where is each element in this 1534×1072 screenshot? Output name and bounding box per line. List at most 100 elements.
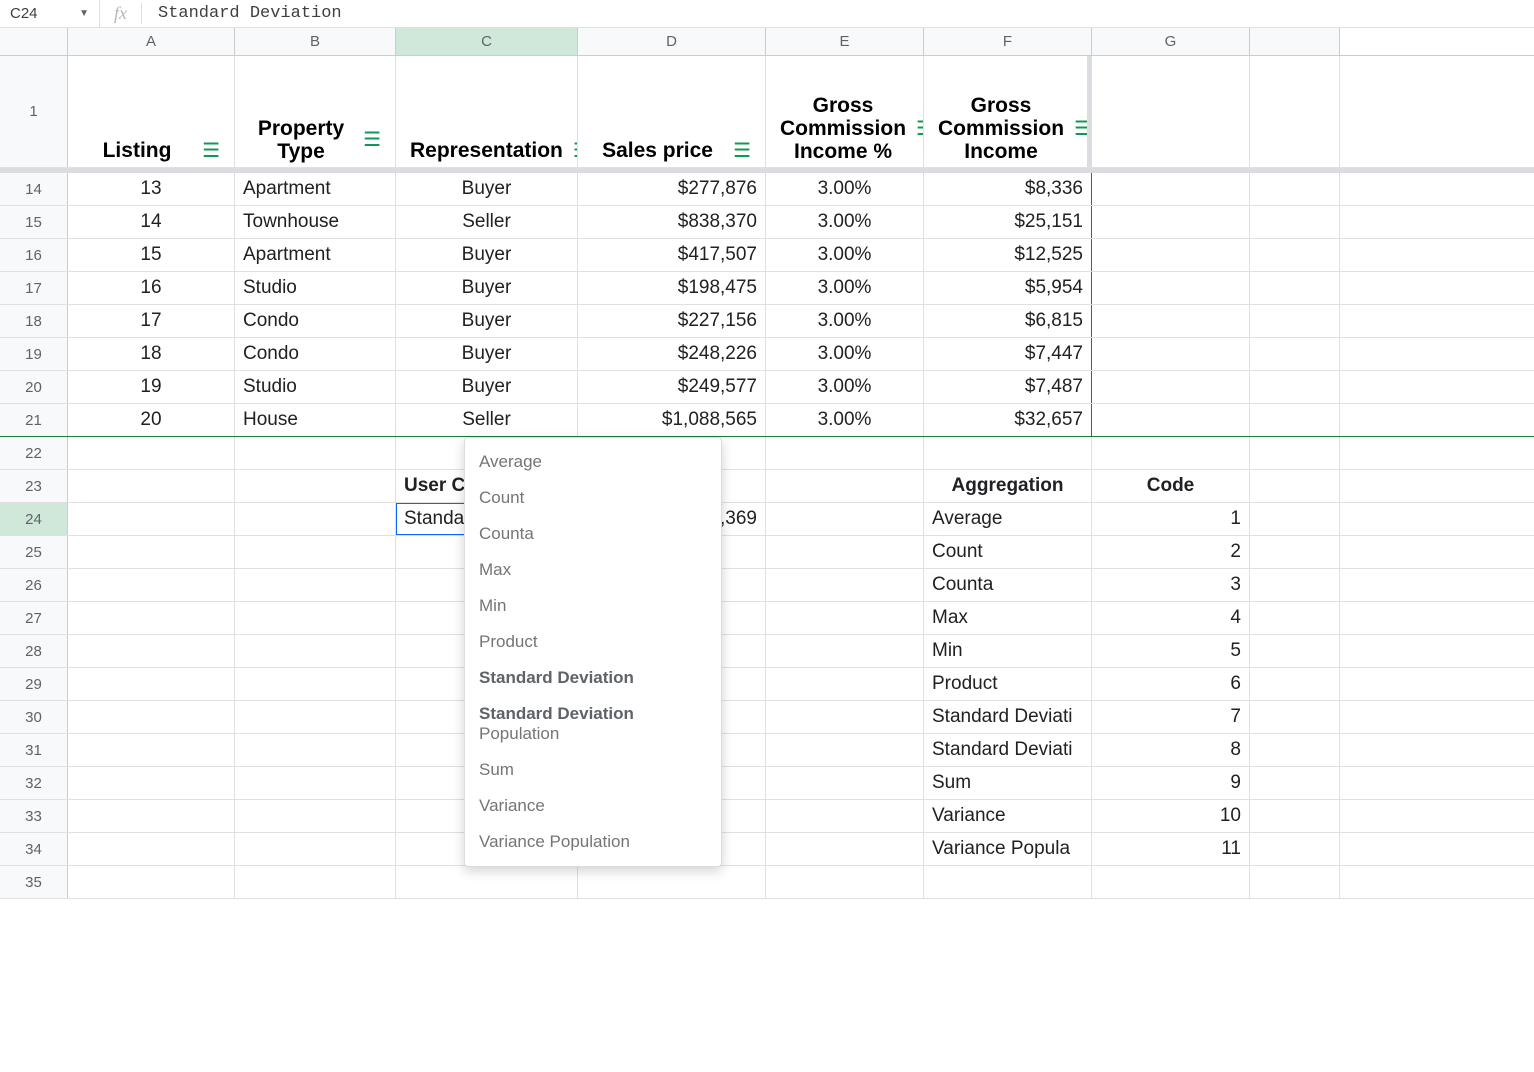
cell[interactable] [766, 734, 924, 766]
cell-gci[interactable]: $7,487 [924, 371, 1092, 403]
cell[interactable] [1250, 536, 1340, 568]
cell-G24[interactable]: 1 [1092, 503, 1250, 535]
cell-sales-price[interactable]: $1,088,565 [578, 404, 766, 436]
cell[interactable] [235, 437, 396, 469]
dropdown-item[interactable]: Variance Population [465, 824, 721, 860]
cell-gci-pct[interactable]: 3.00% [766, 305, 924, 337]
cell-gci[interactable]: $8,336 [924, 173, 1092, 205]
name-box[interactable]: C24 ▼ [0, 0, 100, 27]
cell[interactable] [1250, 437, 1340, 469]
dropdown-item[interactable]: Counta [465, 516, 721, 552]
cell-gci-pct[interactable]: 3.00% [766, 239, 924, 271]
cell-listing[interactable]: 19 [68, 371, 235, 403]
cell-gci-pct[interactable]: 3.00% [766, 404, 924, 436]
cell[interactable] [1250, 404, 1340, 436]
header-property-type[interactable]: Property Type☰ [235, 56, 396, 167]
cell[interactable] [766, 701, 924, 733]
data-validation-dropdown[interactable]: AverageCountCountaMaxMinProductStandard … [464, 437, 722, 867]
cell-F24[interactable]: Average [924, 503, 1092, 535]
cell-listing[interactable]: 17 [68, 305, 235, 337]
cell[interactable] [1092, 56, 1250, 167]
cell-gci-pct[interactable]: 3.00% [766, 272, 924, 304]
cell[interactable] [1092, 404, 1250, 436]
cell[interactable] [1250, 668, 1340, 700]
header-gci-pct[interactable]: Gross Commission Income %☰ [766, 56, 924, 167]
dropdown-item[interactable]: Product [465, 624, 721, 660]
filter-icon[interactable]: ☰ [363, 127, 381, 152]
cell[interactable] [1250, 602, 1340, 634]
cell[interactable] [1250, 734, 1340, 766]
cell-gci[interactable]: $25,151 [924, 206, 1092, 238]
cell-code[interactable] [1092, 866, 1250, 898]
cell[interactable] [235, 734, 396, 766]
cell[interactable] [1250, 503, 1340, 535]
cell[interactable] [68, 668, 235, 700]
cell-aggregation[interactable]: Standard Deviati [924, 701, 1092, 733]
cell[interactable] [68, 833, 235, 865]
cell-sales-price[interactable]: $838,370 [578, 206, 766, 238]
cell[interactable] [1250, 833, 1340, 865]
cell[interactable] [766, 503, 924, 535]
cell-representation[interactable]: Buyer [396, 239, 578, 271]
cell-listing[interactable]: 13 [68, 173, 235, 205]
row-header[interactable]: 18 [0, 305, 68, 337]
cell-listing[interactable]: 15 [68, 239, 235, 271]
cell[interactable] [68, 635, 235, 667]
cell[interactable] [68, 470, 235, 502]
cell-code[interactable]: 5 [1092, 635, 1250, 667]
dropdown-item[interactable]: Standard Deviation [465, 660, 721, 696]
cell[interactable] [1092, 305, 1250, 337]
cell-representation[interactable]: Buyer [396, 272, 578, 304]
cell[interactable] [396, 866, 578, 898]
col-header-D[interactable]: D [578, 28, 766, 55]
cell-representation[interactable]: Buyer [396, 371, 578, 403]
cell-listing[interactable]: 18 [68, 338, 235, 370]
cell-gci-pct[interactable]: 3.00% [766, 338, 924, 370]
col-header-F[interactable]: F [924, 28, 1092, 55]
cell[interactable] [1092, 173, 1250, 205]
row-header[interactable]: 27 [0, 602, 68, 634]
cell[interactable] [235, 833, 396, 865]
cell-code[interactable]: 7 [1092, 701, 1250, 733]
cell[interactable] [68, 734, 235, 766]
cell[interactable] [766, 536, 924, 568]
row-header-1[interactable]: 1 [0, 56, 68, 167]
dropdown-item[interactable]: Max [465, 552, 721, 588]
col-header-last[interactable] [1250, 28, 1340, 55]
cell[interactable] [1250, 206, 1340, 238]
cell-gci[interactable]: $5,954 [924, 272, 1092, 304]
name-box-dropdown-icon[interactable]: ▼ [79, 8, 89, 19]
cell-sales-price[interactable]: $277,876 [578, 173, 766, 205]
cell[interactable] [235, 635, 396, 667]
cell-code[interactable]: 6 [1092, 668, 1250, 700]
cell-aggregation[interactable]: Sum [924, 767, 1092, 799]
cell-gci[interactable]: $7,447 [924, 338, 1092, 370]
cell-representation[interactable]: Buyer [396, 305, 578, 337]
cell[interactable] [1250, 371, 1340, 403]
dropdown-item[interactable]: Count [465, 480, 721, 516]
filter-icon[interactable]: ☰ [916, 116, 924, 141]
cell[interactable] [1250, 701, 1340, 733]
cell-aggregation[interactable]: Max [924, 602, 1092, 634]
cell[interactable] [1250, 800, 1340, 832]
code-label[interactable]: Code [1092, 470, 1250, 502]
cell-sales-price[interactable]: $249,577 [578, 371, 766, 403]
cell-code[interactable]: 4 [1092, 602, 1250, 634]
header-listing[interactable]: Listing☰ [68, 56, 235, 167]
cell-code[interactable]: 2 [1092, 536, 1250, 568]
row-header[interactable]: 31 [0, 734, 68, 766]
cell[interactable] [766, 833, 924, 865]
cell-gci[interactable]: $12,525 [924, 239, 1092, 271]
row-header[interactable]: 24 [0, 503, 68, 535]
cell[interactable] [235, 470, 396, 502]
dropdown-item[interactable]: Min [465, 588, 721, 624]
cell-listing[interactable]: 16 [68, 272, 235, 304]
cell[interactable] [235, 668, 396, 700]
cell-representation[interactable]: Seller [396, 206, 578, 238]
cell[interactable] [235, 767, 396, 799]
row-header[interactable]: 28 [0, 635, 68, 667]
cell-property-type[interactable]: Condo [235, 305, 396, 337]
cell-property-type[interactable]: Studio [235, 272, 396, 304]
cell-aggregation[interactable] [924, 866, 1092, 898]
cell[interactable] [1250, 305, 1340, 337]
